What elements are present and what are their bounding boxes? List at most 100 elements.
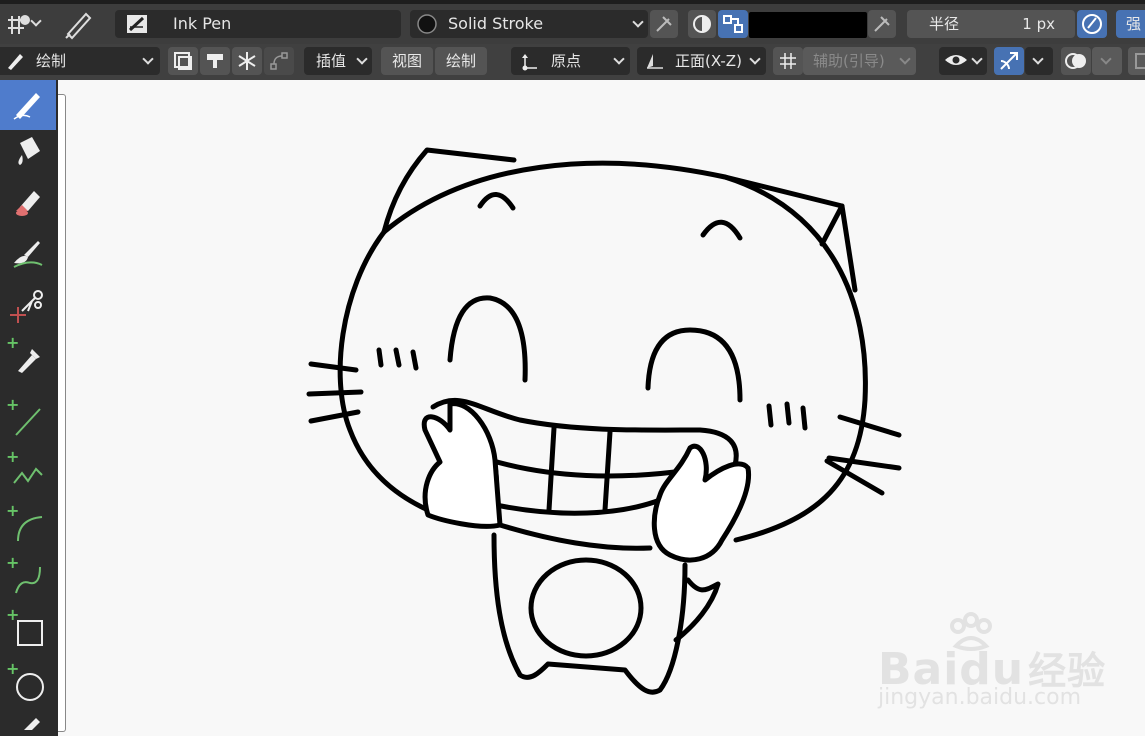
brush-icon: [13, 241, 43, 268]
draw-tool[interactable]: [0, 80, 56, 130]
vertex-color-mode-button[interactable]: [688, 10, 716, 38]
annotate-tool[interactable]: [0, 710, 56, 736]
interpolate-menu[interactable]: 插值: [304, 47, 372, 75]
brush-name-field[interactable]: Ink Pen: [115, 10, 401, 38]
draw-mode-dropdown[interactable]: [4, 10, 44, 38]
radius-label: 半径: [929, 15, 960, 33]
xray-toggle[interactable]: [1128, 47, 1145, 75]
origin-label: 原点: [551, 52, 582, 70]
origin-axes-icon: [522, 54, 537, 71]
layers-icon: [174, 52, 192, 70]
right-ear-stroke: [722, 174, 858, 293]
arc-tool[interactable]: +: [0, 502, 56, 552]
view-menu[interactable]: 视图: [381, 47, 433, 75]
plane-icon: [647, 54, 663, 69]
overlay-circles-icon: [1065, 53, 1086, 69]
chevron-down-icon: [632, 16, 644, 28]
chevron-down-icon: [1032, 53, 1044, 65]
baidu-paw-logo: [950, 612, 992, 651]
stroke-placement-dropdown[interactable]: 原点: [511, 47, 630, 75]
gizmo-toggle[interactable]: [994, 47, 1024, 75]
overlays-dropdown[interactable]: [1092, 47, 1122, 75]
pressure-radius-button[interactable]: [1077, 10, 1107, 38]
plus-icon: +: [6, 553, 20, 572]
snowflake-icon: [238, 52, 256, 70]
chevron-down-icon: [142, 53, 154, 65]
interpolate-label: 插值: [316, 52, 347, 70]
pencil-icon: [13, 93, 40, 120]
plane-label: 正面(X-Z): [675, 52, 742, 70]
viewport-header: 绘制 插值 视图 绘制 原点 正面(X-Z) 辅助(引导): [0, 44, 1145, 80]
guide-dropdown[interactable]: 辅助(引导): [803, 47, 916, 75]
brush-preview-icon: [127, 15, 147, 33]
material-sphere-icon: [417, 14, 437, 34]
guides-toggle[interactable]: [773, 47, 803, 75]
brush-pencil-icon: [65, 12, 92, 40]
radius-field[interactable]: 半径 1 px: [907, 10, 1075, 38]
eyedropper-tool[interactable]: +: [0, 334, 56, 384]
box-tool[interactable]: +: [0, 606, 56, 656]
grid-icon: [780, 53, 796, 69]
material-mode-button[interactable]: [718, 10, 748, 38]
curve-tool[interactable]: +: [0, 554, 56, 604]
chevron-down-icon: [971, 53, 983, 65]
paint-bucket-icon: [18, 137, 40, 165]
curve-edit-button[interactable]: [264, 47, 294, 75]
material-name: Solid Stroke: [448, 14, 544, 33]
chevron-down-icon: [749, 53, 761, 65]
chevron-down-icon: [1100, 53, 1112, 65]
visibility-dropdown[interactable]: [939, 47, 987, 75]
polyline-tool[interactable]: +: [0, 448, 56, 498]
plus-icon: +: [6, 501, 20, 520]
xray-icon: [1135, 53, 1145, 69]
pin-material-button[interactable]: [650, 10, 678, 38]
view-menu-label: 视图: [391, 52, 422, 70]
tint-tool[interactable]: [0, 228, 56, 278]
line-tool[interactable]: +: [0, 396, 56, 446]
blender-grease-pencil-window: { "header": { "brush_name": "Ink Pen", "…: [0, 0, 1145, 736]
plus-icon: +: [6, 395, 20, 414]
pressure-icon: [1082, 14, 1102, 34]
pin-icon: [874, 16, 890, 32]
fill-tool[interactable]: [0, 126, 56, 176]
annotate-pencil-icon: [24, 718, 40, 730]
circle-tool[interactable]: +: [0, 660, 56, 710]
left-toolbar: + + + + + + +: [0, 80, 58, 736]
tool-settings-header: Ink Pen Solid Stroke 半径 1 px 强: [0, 0, 1145, 44]
plus-icon: +: [6, 333, 20, 352]
chevron-down-icon: [899, 53, 911, 65]
multiframe-button[interactable]: [168, 47, 198, 75]
radius-value: 1 px: [1022, 15, 1055, 33]
scissors-icon: [10, 290, 43, 323]
strength-field[interactable]: 强: [1116, 10, 1145, 38]
drawing-plane-dropdown[interactable]: 正面(X-Z): [637, 47, 766, 75]
brush-name: Ink Pen: [173, 14, 232, 33]
strength-label: 强: [1126, 15, 1142, 33]
half-circle-icon: [693, 15, 711, 33]
snap-button[interactable]: [232, 47, 262, 75]
pin-color-button[interactable]: [868, 10, 896, 38]
plus-icon: +: [6, 605, 20, 624]
right-ear-inner: [819, 203, 845, 247]
draw-menu[interactable]: 绘制: [435, 47, 487, 75]
plus-icon: +: [6, 659, 20, 678]
mode-label: 绘制: [36, 52, 67, 70]
draw-menu-label: 绘制: [445, 52, 476, 70]
link-nodes-icon: [723, 15, 743, 33]
color-swatch[interactable]: [749, 12, 867, 38]
pin-icon: [656, 16, 672, 32]
viewport-canvas[interactable]: Baidu 经验 jingyan.baidu.com: [66, 80, 1145, 736]
gizmo-dropdown[interactable]: [1025, 47, 1053, 75]
gizmo-arrows-icon: [1000, 52, 1018, 70]
erase-tool[interactable]: [0, 176, 56, 226]
chevron-down-icon: [613, 53, 625, 65]
eye-icon: [945, 55, 967, 65]
overlays-toggle[interactable]: [1061, 47, 1091, 75]
plus-icon: +: [6, 447, 20, 466]
mode-dropdown[interactable]: 绘制: [0, 47, 160, 75]
toolbar-scrollbar[interactable]: [58, 94, 66, 732]
material-dropdown[interactable]: Solid Stroke: [410, 10, 648, 38]
autokey-button[interactable]: [200, 47, 230, 75]
guide-label: 辅助(引导): [813, 52, 885, 70]
cutter-tool[interactable]: [0, 280, 56, 330]
